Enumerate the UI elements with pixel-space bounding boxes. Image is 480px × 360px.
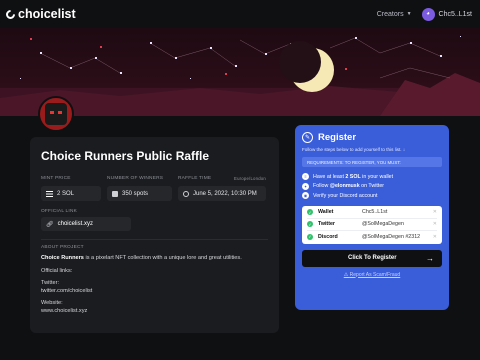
project-details-card: Choice Runners Public Raffle MINT PRICE … <box>30 137 279 333</box>
user-name: Chc5..L1st <box>438 10 472 18</box>
nav-right: Creators ▼ ◕ Chc5..L1st <box>377 7 472 21</box>
mint-price-stat: MINT PRICE 2 SOL <box>41 176 101 201</box>
discord-icon: ◉ <box>302 192 309 200</box>
project-stats: MINT PRICE 2 SOL NUMBER OF WINNERS 350 s… <box>41 176 268 201</box>
official-link-value: choicelist.xyz <box>57 221 93 227</box>
account-row-discord[interactable]: ✓ Discord @SolMegaDegen #2312 ✕ <box>307 231 437 243</box>
requirement-sol: ≡ Have at least 2 SOL in your wallet <box>302 172 442 182</box>
account-row-wallet[interactable]: ✓ Wallet Chc5..L1st ✕ <box>307 207 437 219</box>
page-title: Choice Runners Public Raffle <box>41 149 210 163</box>
project-avatar <box>38 96 74 132</box>
account-name: Twitter <box>318 221 335 227</box>
clock-icon <box>183 190 189 197</box>
users-icon <box>112 190 118 197</box>
requirement-discord: ◉ Verify your Discord account <box>302 191 442 201</box>
pixel-character-icon <box>45 103 67 125</box>
raffle-time-stat: RAFFLE TIME Europe/London June 5, 2022, 1… <box>178 176 266 201</box>
arrow-right-icon: → <box>426 253 434 263</box>
account-name: Wallet <box>318 209 334 215</box>
account-row-twitter[interactable]: ✓ Twitter @SolMegaDegen ✕ <box>307 219 437 231</box>
link-icon: 🔗︎ <box>46 221 54 228</box>
edit-icon: ✎ <box>302 132 313 143</box>
register-header: ✎ Register <box>302 132 442 143</box>
chevron-down-icon: ▼ <box>406 11 412 17</box>
project-banner <box>0 28 480 116</box>
close-icon[interactable]: ✕ <box>433 209 437 215</box>
about-project-name: Choice Runners <box>41 255 84 261</box>
register-button[interactable]: Click To Register → <box>302 249 442 267</box>
twitter-link-block: Twitter: twitter.com/choicelist <box>41 280 268 295</box>
creators-label: Creators <box>376 10 404 18</box>
register-title: Register <box>318 132 357 143</box>
about-project: ABOUT PROJECT Choice Runners is a pixela… <box>41 245 268 315</box>
requirement-text: Verify your Discord account <box>313 192 378 199</box>
winners-stat: NUMBER OF WINNERS 350 spots <box>107 176 172 201</box>
requirements-list: ≡ Have at least 2 SOL in your wallet ✦ F… <box>302 172 442 201</box>
about-label: ABOUT PROJECT <box>41 245 84 250</box>
check-icon: ✓ <box>307 221 313 227</box>
user-menu[interactable]: ◕ Chc5..L1st <box>421 7 472 21</box>
about-description: is a pixelart NFT collection with a uniq… <box>83 255 242 261</box>
close-icon[interactable]: ✕ <box>433 221 437 227</box>
register-subtitle: Follow the steps below to add yourself t… <box>302 147 406 152</box>
requirement-text: Follow @elonmusk on Twitter <box>313 183 385 190</box>
night-sky-illustration <box>0 36 480 116</box>
website-link-block: Website: www.choicelist.xyz <box>41 300 268 315</box>
sol-icon: ≡ <box>302 173 309 181</box>
sol-icon <box>46 190 53 197</box>
about-text: Choice Runners is a pixelart NFT collect… <box>41 255 268 263</box>
website-label: Website: <box>41 300 63 306</box>
website-url[interactable]: www.choicelist.xyz <box>41 308 87 314</box>
mint-price-label: MINT PRICE <box>41 176 71 181</box>
requirement-twitter: ✦ Follow @elonmusk on Twitter <box>302 182 442 192</box>
report-label: Report As Scam/Fraud <box>349 271 401 278</box>
raffle-time-label: RAFFLE TIME <box>178 176 212 181</box>
divider <box>41 239 268 240</box>
register-button-label: Click To Register <box>348 255 397 261</box>
account-value: @SolMegaDegen <box>362 221 404 227</box>
account-name: Discord <box>318 233 338 240</box>
twitter-url[interactable]: twitter.com/choicelist <box>41 288 92 294</box>
creators-menu[interactable]: Creators ▼ <box>377 11 412 18</box>
requirement-text: Have at least 2 SOL in your wallet <box>313 173 394 180</box>
twitter-icon: ✦ <box>302 182 309 190</box>
raffle-time-value: June 5, 2022, 10:30 PM <box>193 190 257 197</box>
official-link-label: OFFICIAL LINK <box>41 209 78 214</box>
choicelist-logo-icon <box>4 7 17 21</box>
connected-accounts: ✓ Wallet Chc5..L1st ✕ ✓ Twitter @SolMega… <box>302 205 442 244</box>
close-icon[interactable]: ✕ <box>433 234 437 240</box>
mint-price-value: 2 SOL <box>57 190 75 197</box>
account-value: Chc5..L1st <box>362 209 388 215</box>
winners-value: 350 spots <box>122 190 149 197</box>
timezone-label: Europe/London <box>234 176 266 181</box>
requirements-banner: REQUIREMENTS: TO REGISTER, YOU MUST: <box>302 157 442 167</box>
brand-name: choicelist <box>18 7 76 21</box>
brand-logo[interactable]: choicelist <box>4 7 76 21</box>
register-card: ✎ Register Follow the steps below to add… <box>295 125 449 310</box>
report-scam-link[interactable]: ⚠ Report As Scam/Fraud <box>302 272 442 278</box>
official-links-heading: Official links: <box>41 267 73 274</box>
avatar: ◕ <box>421 7 435 21</box>
official-link[interactable]: 🔗︎ choicelist.xyz <box>41 217 131 231</box>
twitter-label: Twitter: <box>41 280 60 286</box>
account-value: @SolMegaDegen #2312 <box>362 233 421 240</box>
winners-label: NUMBER OF WINNERS <box>107 176 164 181</box>
check-icon: ✓ <box>307 233 313 240</box>
check-icon: ✓ <box>307 209 313 215</box>
top-navigation: choicelist Creators ▼ ◕ Chc5..L1st <box>0 0 480 28</box>
